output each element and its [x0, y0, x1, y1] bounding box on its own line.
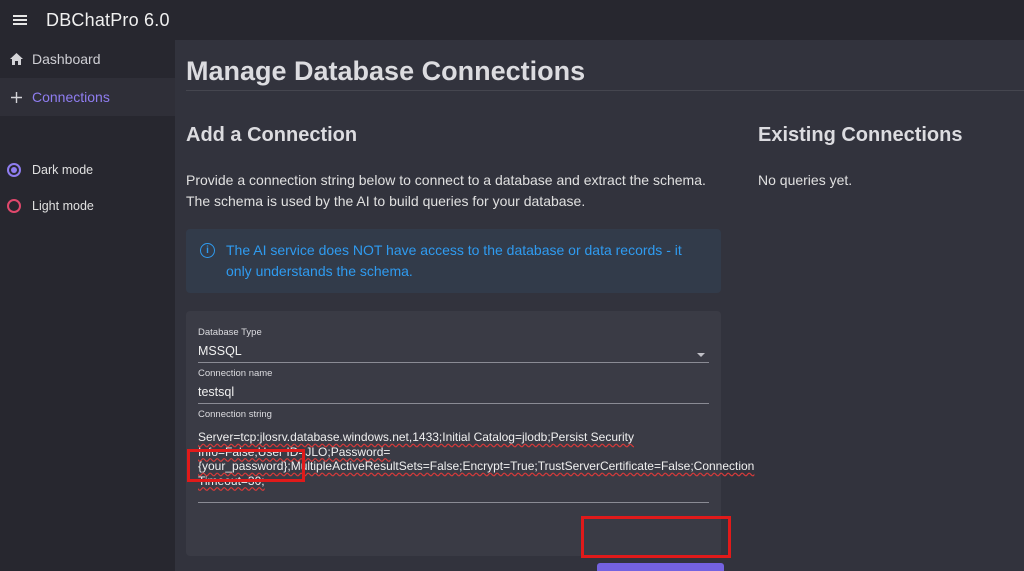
field-underline — [198, 362, 709, 363]
empty-state-text: No queries yet. — [758, 172, 853, 188]
database-type-value: MSSQL — [198, 344, 242, 358]
divider — [186, 90, 1024, 91]
dark-mode-label: Dark mode — [32, 163, 94, 177]
app-bar: DBChatPro 6.0 — [0, 0, 1024, 40]
menu-icon[interactable] — [0, 0, 40, 40]
field-underline — [198, 403, 709, 404]
database-type-label: Database Type — [198, 327, 262, 338]
field-underline — [198, 502, 709, 503]
dark-mode-radio[interactable]: Dark mode — [0, 152, 175, 188]
theme-mode-group: Dark mode Light mode — [0, 152, 175, 224]
sidebar-item-connections[interactable]: Connections — [0, 78, 175, 116]
connection-form: Database Type MSSQL Connection name test… — [186, 311, 755, 571]
connection-name-field[interactable]: Connection name testsql — [198, 368, 709, 404]
connection-string-label: Connection string — [198, 409, 272, 420]
dropdown-arrow-icon[interactable] — [697, 353, 705, 357]
connection-string-value: Server=tcp:jlosrv.database.windows.net,1… — [198, 430, 755, 488]
connection-string-field[interactable]: Connection string Server=tcp:jlosrv.data… — [198, 409, 755, 503]
sidebar: Dashboard Connections Dark mode Light mo… — [0, 40, 175, 571]
database-type-select[interactable]: Database Type MSSQL — [198, 327, 709, 363]
sidebar-item-label: Dashboard — [32, 51, 101, 67]
existing-connections-heading: Existing Connections — [758, 124, 963, 146]
sidebar-item-label: Connections — [32, 89, 110, 105]
plus-icon — [7, 91, 25, 103]
add-connection-description: Provide a connection string below to con… — [186, 172, 706, 209]
page-title: Manage Database Connections — [186, 56, 586, 86]
info-alert-text: The AI service does NOT have access to t… — [226, 242, 682, 279]
home-icon — [7, 53, 25, 65]
light-mode-label: Light mode — [32, 199, 94, 213]
connection-name-label: Connection name — [198, 368, 273, 379]
main-content: Manage Database Connections Add a Connec… — [175, 40, 1024, 571]
radio-checked-icon — [7, 163, 21, 177]
check-connection-button[interactable]: CHECK CONNECTION — [597, 563, 724, 571]
light-mode-radio[interactable]: Light mode — [0, 188, 175, 224]
radio-unchecked-icon — [7, 199, 21, 213]
add-connection-heading: Add a Connection — [186, 124, 358, 146]
info-icon: i — [200, 243, 215, 258]
app-title: DBChatPro 6.0 — [46, 9, 170, 30]
sidebar-item-dashboard[interactable]: Dashboard — [0, 40, 175, 78]
info-alert: i The AI service does NOT have access to… — [186, 229, 721, 293]
connection-name-value: testsql — [198, 385, 235, 399]
